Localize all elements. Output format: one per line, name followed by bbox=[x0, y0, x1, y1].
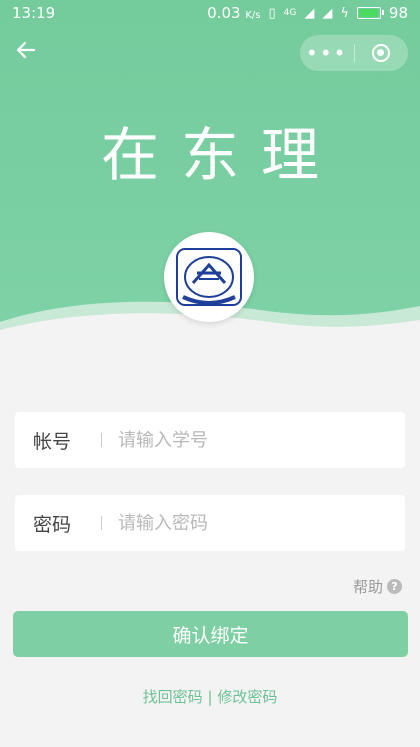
close-button[interactable] bbox=[355, 44, 409, 62]
footer-links: 找回密码 | 修改密码 bbox=[0, 686, 420, 707]
back-button[interactable] bbox=[14, 38, 44, 68]
arrow-left-icon bbox=[16, 41, 36, 59]
password-label: 密码 bbox=[33, 513, 72, 536]
vibrate-icon: ▯ bbox=[268, 5, 276, 21]
account-input[interactable] bbox=[116, 428, 405, 452]
more-dots-icon: ••• bbox=[306, 41, 348, 65]
confirm-bind-button[interactable]: 确认绑定 bbox=[13, 611, 408, 657]
signal-icon: ◢ bbox=[304, 5, 315, 21]
help-icon: ? bbox=[387, 579, 402, 594]
find-password-link[interactable]: 找回密码 bbox=[143, 688, 203, 706]
account-field: 帐号 bbox=[15, 412, 405, 468]
password-input[interactable] bbox=[116, 511, 405, 535]
app-title: 在东理 bbox=[100, 121, 341, 189]
network-type: 4G bbox=[283, 8, 297, 18]
account-label: 帐号 bbox=[33, 430, 72, 453]
help-link[interactable]: 帮助 ? bbox=[353, 576, 402, 597]
battery-icon bbox=[356, 7, 384, 19]
help-label: 帮助 bbox=[352, 578, 383, 596]
field-separator bbox=[101, 433, 102, 447]
miniprogram-capsule: ••• bbox=[300, 35, 408, 71]
charging-icon: ϟ bbox=[340, 5, 349, 21]
status-right: 0.03 K/s ▯ 4G ◢ ◢ ϟ 98 bbox=[207, 4, 408, 22]
signal-icon-2: ◢ bbox=[322, 5, 333, 21]
target-close-icon bbox=[372, 44, 391, 62]
footer-separator: | bbox=[207, 688, 213, 706]
battery-fill bbox=[358, 9, 378, 17]
network-speed: 0.03 K/s bbox=[207, 4, 261, 22]
status-time: 13:19 bbox=[12, 4, 56, 22]
battery-level: 98 bbox=[388, 4, 408, 22]
university-emblem-icon bbox=[176, 248, 242, 306]
password-field: 密码 bbox=[15, 495, 405, 551]
status-bar: 13:19 0.03 K/s ▯ 4G ◢ ◢ ϟ 98 bbox=[0, 0, 420, 26]
more-button[interactable]: ••• bbox=[300, 41, 354, 65]
field-separator bbox=[101, 516, 102, 530]
university-logo bbox=[164, 232, 254, 322]
change-password-link[interactable]: 修改密码 bbox=[217, 688, 277, 706]
